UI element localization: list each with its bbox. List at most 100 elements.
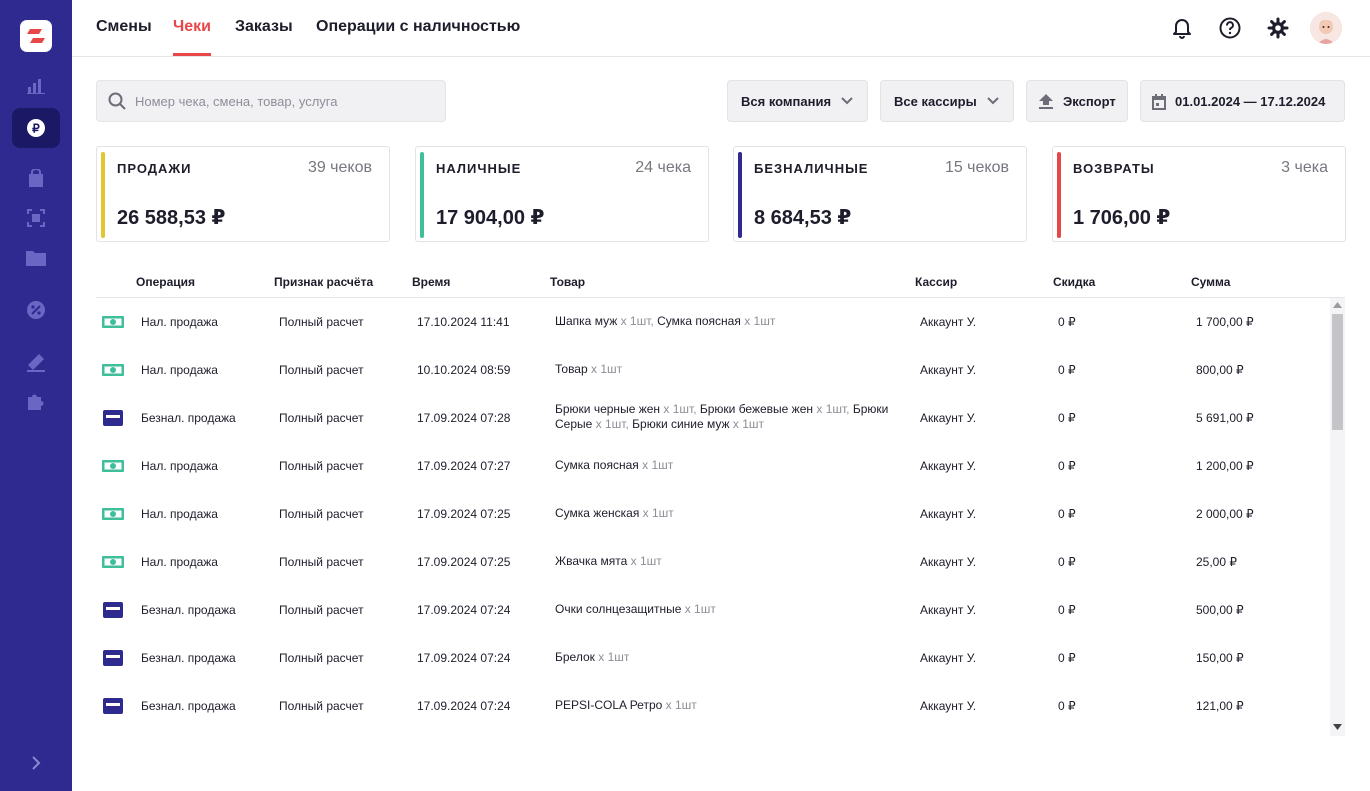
row-goods: Шапка муж x 1шт, Сумка поясная x 1шт: [555, 314, 776, 328]
scroll-down-arrow-icon[interactable]: [1333, 724, 1342, 730]
goods-item-name: Брелок: [555, 650, 595, 664]
card-amount: 1 706,00 ₽: [1073, 207, 1171, 229]
card-count: 39 чеков: [307, 159, 372, 176]
goods-item-name: Брюки бежевые жен: [699, 402, 814, 416]
sidebar-item-promotions[interactable]: [12, 290, 60, 330]
avatar-icon: [1310, 12, 1342, 44]
card-accent-bar: [420, 152, 424, 238]
table-scrollbar[interactable]: [1330, 298, 1345, 736]
chevron-down-icon: [841, 97, 853, 105]
table-row[interactable]: Безнал. продажа Полный расчет 17.09.2024 0…: [96, 634, 1326, 682]
table-row[interactable]: Нал. продажа Полный расчет 17.09.2024 07:2…: [96, 490, 1326, 538]
date-range-picker[interactable]: 01.01.2024 — 17.12.2024: [1140, 80, 1345, 122]
shopping-bag-icon: [29, 169, 43, 187]
card-label: ПРОДАЖИ: [117, 161, 192, 176]
help-button[interactable]: [1217, 15, 1243, 41]
scroll-up-arrow-icon[interactable]: [1333, 302, 1342, 308]
sidebar-item-sales[interactable]: ₽: [12, 108, 60, 148]
row-discount: 0 ₽: [1058, 603, 1076, 617]
cash-icon: [102, 506, 124, 522]
column-header-discount[interactable]: Скидка: [1053, 275, 1095, 289]
row-operation: Безнал. продажа: [141, 651, 236, 665]
goods-item-qty: x 1шт: [816, 402, 847, 416]
scrollbar-thumb[interactable]: [1332, 314, 1343, 430]
row-operation: Безнал. продажа: [141, 603, 236, 617]
row-discount: 0 ₽: [1058, 363, 1076, 377]
card-label: НАЛИЧНЫЕ: [436, 161, 522, 176]
goods-item-qty: x 1шт: [620, 314, 651, 328]
table-row[interactable]: Безнал. продажа Полный расчет 17.09.2024 0…: [96, 682, 1326, 730]
calendar-icon: [1152, 94, 1166, 110]
sidebar-item-integrations[interactable]: [12, 382, 60, 422]
receipts-table-header: Операция Признак расчёта Время Товар Кас…: [96, 266, 1345, 298]
card-count: 3 чека: [1281, 159, 1328, 176]
row-discount: 0 ₽: [1058, 555, 1076, 569]
card-accent-bar: [1057, 152, 1061, 238]
table-row[interactable]: Нал. продажа Полный расчет 10.10.2024 08:5…: [96, 346, 1326, 394]
goods-item-qty: x 1шт: [684, 602, 716, 616]
export-label: Экспорт: [1063, 93, 1116, 109]
row-discount: 0 ₽: [1058, 507, 1076, 521]
bell-icon: [1173, 19, 1191, 39]
row-payment-sign: Полный расчет: [279, 363, 364, 377]
app-logo[interactable]: [20, 20, 52, 52]
settings-button[interactable]: [1265, 15, 1291, 41]
column-header-cashier[interactable]: Кассир: [915, 275, 957, 289]
chevron-down-icon: [987, 97, 999, 105]
receipts-table-body: Нал. продажа Полный расчет 17.10.2024 11:4…: [96, 298, 1345, 736]
row-goods: Очки солнцезащитные x 1шт: [555, 602, 905, 617]
row-operation: Нал. продажа: [141, 459, 218, 473]
sidebar-expand-button[interactable]: [12, 743, 60, 783]
goods-item-qty: x 1шт: [598, 650, 630, 664]
cash-icon: [102, 362, 124, 378]
notifications-button[interactable]: [1169, 15, 1195, 41]
user-avatar[interactable]: [1310, 12, 1342, 44]
sidebar-item-discounts[interactable]: [12, 198, 60, 238]
cashiers-select[interactable]: Все кассиры: [880, 80, 1014, 122]
row-time: 17.09.2024 07:25: [417, 507, 511, 521]
card-label: ВОЗВРАТЫ: [1073, 161, 1155, 176]
row-payment-sign: Полный расчет: [279, 651, 364, 665]
column-header-sum[interactable]: Сумма: [1191, 275, 1230, 289]
bank-card-icon: [102, 410, 124, 426]
row-time: 10.10.2024 08:59: [417, 363, 511, 377]
column-header-operation[interactable]: Операция: [136, 275, 195, 289]
row-goods: Сумка поясная x 1шт: [555, 458, 905, 473]
bank-card-icon: [102, 650, 124, 666]
percent-badge-icon: [27, 301, 45, 319]
company-select[interactable]: Вся компания: [727, 80, 868, 122]
row-cashier: Аккаунт У.: [920, 555, 977, 569]
tab-orders[interactable]: Заказы: [235, 18, 293, 36]
table-row[interactable]: Нал. продажа Полный расчет 17.09.2024 07:2…: [96, 442, 1326, 490]
row-operation: Нал. продажа: [141, 555, 218, 569]
row-time: 17.09.2024 07:24: [417, 603, 511, 617]
active-tab-indicator: [173, 53, 211, 56]
sidebar-item-loyalty[interactable]: [12, 342, 60, 382]
card-label: БЕЗНАЛИЧНЫЕ: [754, 161, 869, 176]
sidebar-item-documents[interactable]: [12, 238, 60, 278]
table-row[interactable]: Безнал. продажа Полный расчет 17.09.2024 0…: [96, 394, 1326, 442]
row-cashier: Аккаунт У.: [920, 603, 977, 617]
search-input[interactable]: [135, 81, 435, 121]
column-header-sign[interactable]: Признак расчёта: [274, 275, 373, 289]
row-cashier: Аккаунт У.: [920, 651, 977, 665]
row-operation: Нал. продажа: [141, 363, 218, 377]
goods-item-qty: x 1шт: [630, 554, 662, 568]
row-sum: 1 200,00 ₽: [1196, 459, 1254, 473]
tab-receipts[interactable]: Чеки: [173, 18, 211, 36]
sidebar-item-products[interactable]: [12, 158, 60, 198]
table-row[interactable]: Нал. продажа Полный расчет 17.10.2024 11:4…: [96, 298, 1326, 346]
tab-shifts[interactable]: Смены: [96, 18, 152, 36]
sidebar-item-reports[interactable]: [12, 66, 60, 106]
goods-item-name: Товар: [555, 362, 588, 376]
card-count: 24 чека: [635, 159, 691, 176]
tab-cash-operations[interactable]: Операции с наличностью: [316, 18, 520, 36]
table-row[interactable]: Безнал. продажа Полный расчет 17.09.2024 0…: [96, 586, 1326, 634]
table-row[interactable]: Нал. продажа Полный расчет 17.09.2024 07:2…: [96, 538, 1326, 586]
column-header-time[interactable]: Время: [412, 275, 450, 289]
goods-item-name: PEPSI-COLA Ретро: [555, 698, 663, 712]
column-header-goods[interactable]: Товар: [550, 275, 585, 289]
gear-icon: [1267, 17, 1289, 39]
row-time: 17.09.2024 07:24: [417, 651, 511, 665]
export-button[interactable]: Экспорт: [1026, 80, 1128, 122]
